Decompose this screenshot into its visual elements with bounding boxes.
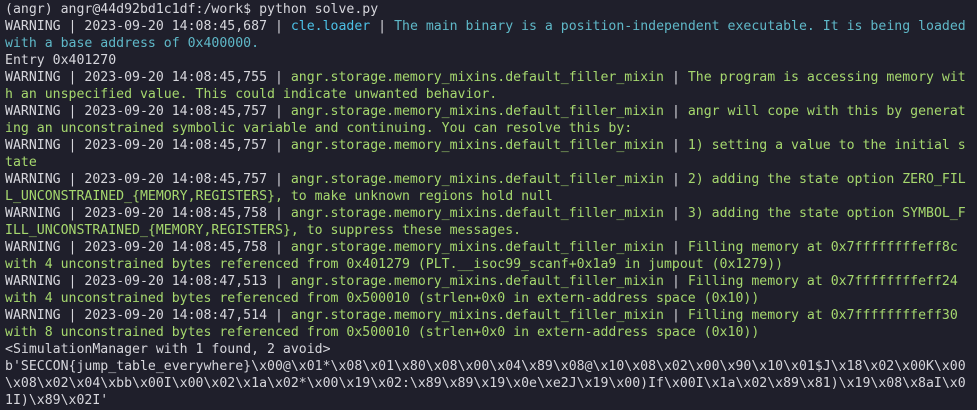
output-line: <SimulationManager with 1 found, 2 avoid… [5,341,973,358]
text-segment: | [664,70,688,85]
text-segment: WARNING | 2023-09-20 14:08:45,755 | [5,70,291,85]
terminal-output[interactable]: (angr) angr@44d92bd1c1df:/work$ python s… [0,0,977,410]
output-line: WARNING | 2023-09-20 14:08:45,757 | angr… [5,171,973,205]
output-line: WARNING | 2023-09-20 14:08:47,513 | angr… [5,273,973,307]
output-line: WARNING | 2023-09-20 14:08:45,758 | angr… [5,239,973,273]
text-segment: (angr) angr@44d92bd1c1df:/work$ python s… [5,2,379,17]
text-segment: | [664,240,688,255]
prompt-line: (angr) angr@44d92bd1c1df:/work$ python s… [5,1,973,18]
text-segment: WARNING | 2023-09-20 14:08:45,757 | [5,172,291,187]
text-segment: angr.storage.memory_mixins.default_fille… [290,104,664,119]
text-segment: WARNING | 2023-09-20 14:08:45,757 | [5,104,291,119]
text-segment: angr.storage.memory_mixins.default_fille… [290,70,664,85]
text-segment: cle.loader [290,19,371,34]
text-segment: | [664,274,688,289]
text-segment: angr.storage.memory_mixins.default_fille… [290,274,664,289]
text-segment: Entry 0x401270 [5,53,117,68]
output-line: WARNING | 2023-09-20 14:08:45,687 | cle.… [5,18,973,52]
text-segment: WARNING | 2023-09-20 14:08:47,514 | [5,308,291,323]
output-line: WARNING | 2023-09-20 14:08:47,514 | angr… [5,307,973,341]
text-segment: WARNING | 2023-09-20 14:08:47,513 | [5,274,291,289]
output-line: WARNING | 2023-09-20 14:08:45,757 | angr… [5,137,973,171]
output-line: b'SECCON{jump_table_everywhere}\x00@\x01… [5,358,973,409]
text-segment: WARNING | 2023-09-20 14:08:45,758 | [5,240,291,255]
text-segment: | [664,206,688,221]
output-line: WARNING | 2023-09-20 14:08:45,755 | angr… [5,69,973,103]
text-segment: | [664,138,688,153]
output-line: Entry 0x401270 [5,52,973,69]
output-line: WARNING | 2023-09-20 14:08:45,757 | angr… [5,103,973,137]
text-segment: WARNING | 2023-09-20 14:08:45,758 | [5,206,291,221]
text-segment: | [664,172,688,187]
text-segment: | [370,19,395,34]
text-segment: WARNING | 2023-09-20 14:08:45,757 | [5,138,291,153]
text-segment: angr.storage.memory_mixins.default_fille… [290,138,664,153]
text-segment: b'SECCON{jump_table_everywhere}\x00@\x01… [5,359,966,408]
output-line: WARNING | 2023-09-20 14:08:45,758 | angr… [5,205,973,239]
text-segment: | [664,308,688,323]
text-segment: angr.storage.memory_mixins.default_fille… [290,172,664,187]
text-segment: WARNING | 2023-09-20 14:08:45,687 | [5,19,291,34]
text-segment: | [664,104,688,119]
text-segment: <SimulationManager with 1 found, 2 avoid… [5,342,331,357]
text-segment: angr.storage.memory_mixins.default_fille… [290,308,664,323]
text-segment: angr.storage.memory_mixins.default_fille… [290,240,664,255]
text-segment: angr.storage.memory_mixins.default_fille… [290,206,664,221]
